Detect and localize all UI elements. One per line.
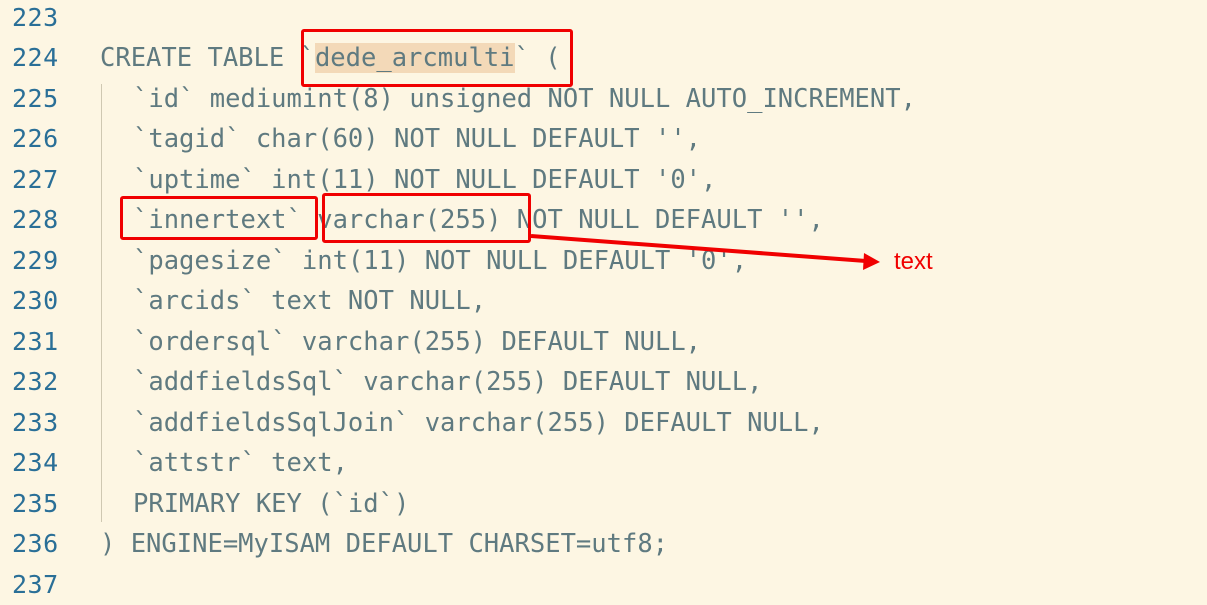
column-name-annotation-box (120, 196, 318, 240)
annotation-label: text (894, 248, 933, 275)
code-text: `pagesize` int(11) NOT NULL DEFAULT '0', (133, 246, 748, 276)
line-number: 231 (12, 327, 59, 356)
line-number: 232 (12, 367, 59, 396)
code-line[interactable]: 234 `attstr` text, (0, 443, 1207, 483)
code-line[interactable]: 225 `id` mediumint(8) unsigned NOT NULL … (0, 79, 1207, 119)
code-editor[interactable]: 223 224 CREATE TABLE `dede_arcmulti` ( 2… (0, 0, 1207, 602)
code-line[interactable]: 223 (0, 0, 1207, 38)
code-line[interactable]: 230 `arcids` text NOT NULL, (0, 281, 1207, 321)
code-line[interactable]: 227 `uptime` int(11) NOT NULL DEFAULT '0… (0, 160, 1207, 200)
line-number: 234 (12, 448, 59, 477)
line-number: 225 (12, 84, 59, 113)
line-number: 227 (12, 165, 59, 194)
code-line[interactable]: 232 `addfieldsSql` varchar(255) DEFAULT … (0, 362, 1207, 402)
line-number: 228 (12, 205, 59, 234)
code-text: `addfieldsSql` varchar(255) DEFAULT NULL… (133, 367, 763, 397)
line-number: 236 (12, 529, 59, 558)
line-number: 229 (12, 246, 59, 275)
code-line[interactable]: 229 `pagesize` int(11) NOT NULL DEFAULT … (0, 241, 1207, 281)
code-text: ) ENGINE=MyISAM DEFAULT CHARSET=utf8; (100, 529, 669, 559)
code-line[interactable]: 226 `tagid` char(60) NOT NULL DEFAULT ''… (0, 119, 1207, 159)
code-text: `tagid` char(60) NOT NULL DEFAULT '', (133, 124, 702, 154)
code-line[interactable]: 233 `addfieldsSqlJoin` varchar(255) DEFA… (0, 403, 1207, 443)
code-text: PRIMARY KEY (`id`) (133, 489, 410, 519)
code-text: `attstr` text, (133, 448, 348, 478)
line-number: 226 (12, 124, 59, 153)
code-text: `arcids` text NOT NULL, (133, 286, 487, 316)
column-type-annotation-box (322, 193, 531, 243)
code-line[interactable]: 235 PRIMARY KEY (`id`) (0, 484, 1207, 524)
code-fragment: CREATE TABLE ` (100, 43, 315, 73)
table-name-annotation-box (301, 29, 573, 87)
line-number: 233 (12, 408, 59, 437)
line-number: 237 (12, 570, 59, 599)
code-line[interactable]: 224 CREATE TABLE `dede_arcmulti` ( (0, 38, 1207, 78)
line-number: 235 (12, 489, 59, 518)
code-text: `addfieldsSqlJoin` varchar(255) DEFAULT … (133, 408, 824, 438)
line-number: 223 (12, 3, 59, 32)
code-line[interactable]: 236 ) ENGINE=MyISAM DEFAULT CHARSET=utf8… (0, 524, 1207, 564)
code-line[interactable]: 231 `ordersql` varchar(255) DEFAULT NULL… (0, 322, 1207, 362)
code-text: `ordersql` varchar(255) DEFAULT NULL, (133, 327, 702, 357)
line-number: 230 (12, 286, 59, 315)
code-line[interactable]: 237 (0, 565, 1207, 605)
line-number: 224 (12, 43, 59, 72)
